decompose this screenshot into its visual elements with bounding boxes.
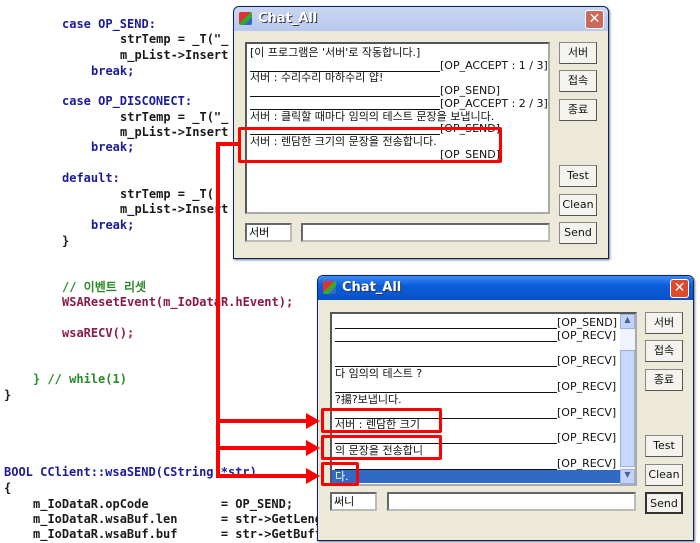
- opcode-tag: [OP_SEND]: [557, 316, 618, 329]
- close-icon[interactable]: ✕: [670, 279, 689, 298]
- opcode-tag: [OP_RECV]: [557, 354, 617, 368]
- test-button[interactable]: Test: [645, 435, 683, 457]
- list-item[interactable]: [OP_ACCEPT : 1 / 3]: [250, 59, 548, 72]
- arrow-icon: [306, 468, 320, 484]
- code-line: strTemp = _T("_: [120, 110, 229, 124]
- opcode-tag: [OP_RECV]: [557, 456, 617, 470]
- highlight-box-recv-part-1: [321, 408, 442, 433]
- window-title: Chat_All: [258, 11, 318, 26]
- name-field[interactable]: 써니: [330, 492, 377, 511]
- code-line: case OP_DISCONECT:: [62, 94, 193, 108]
- code-line: // 이벤트 리셋: [62, 280, 147, 294]
- list-item[interactable]: 서버 : 클릭할 때마다 임의의 테스트 문장을 보냅니다.: [250, 110, 494, 123]
- clean-button[interactable]: Clean: [559, 194, 597, 216]
- list-item[interactable]: [OP_RECV]: [335, 329, 616, 342]
- message-input[interactable]: [387, 492, 636, 511]
- list-item[interactable]: [OP_ACCEPT : 2 / 3]: [250, 97, 548, 110]
- connector-line: [216, 474, 308, 478]
- message-text: 서버 : 클릭할 때마다 임의의 테스트 문장을 보냅니다.: [250, 109, 495, 123]
- separator-line: [335, 459, 557, 470]
- list-item[interactable]: [OP_RECV]: [335, 380, 616, 393]
- message-text: 서버 : 수리수리 마하수리 얍!: [250, 71, 384, 85]
- opcode-tag: [OP_SEND]: [440, 84, 501, 98]
- code-line: strTemp = _T(: [120, 187, 214, 201]
- scroll-thumb[interactable]: [620, 350, 635, 467]
- separator-line: [250, 99, 440, 110]
- code-line: break;: [91, 140, 135, 154]
- title-bar[interactable]: Chat_All ✕: [234, 7, 608, 31]
- list-item[interactable]: ?揚?보냅니다.: [335, 393, 402, 406]
- clean-button[interactable]: Clean: [645, 464, 683, 486]
- window-title: Chat_All: [342, 280, 402, 295]
- code-line: m_pList->Insert: [120, 125, 229, 139]
- highlight-box-recv-part-3: [321, 462, 359, 486]
- list-item[interactable]: [OP_RECV]: [335, 354, 617, 368]
- opcode-tag: [OP_ACCEPT : 2 / 3]: [440, 96, 548, 110]
- connector-line: [216, 419, 308, 423]
- list-item[interactable]: [OP_SEND]: [335, 316, 617, 329]
- exit-button[interactable]: 종료: [559, 99, 597, 121]
- scroll-down-icon[interactable]: ▼: [620, 469, 635, 484]
- vertical-scrollbar[interactable]: ▲ ▼: [620, 314, 635, 484]
- code-line: m_IoDataR.wsaBuf.buf = str->GetBuffer();: [33, 527, 359, 541]
- list-item[interactable]: 다 임의의 테스트 ?: [335, 367, 422, 380]
- arrow-icon: [306, 413, 320, 429]
- connector-line: [216, 142, 220, 478]
- test-button[interactable]: Test: [559, 165, 597, 187]
- message-input[interactable]: [301, 223, 550, 242]
- list-item[interactable]: 서버 : 수리수리 마하수리 얍!: [250, 71, 383, 84]
- name-field[interactable]: 서버: [245, 223, 292, 242]
- code-line: m_pList->Insert: [120, 202, 229, 216]
- code-line: m_pList->Insert: [120, 48, 229, 62]
- code-line: }: [4, 388, 12, 402]
- code-line: } // while(1): [33, 372, 127, 386]
- code-line: }: [62, 234, 70, 248]
- highlight-box-sent-message: [238, 127, 502, 163]
- separator-line: [335, 382, 557, 393]
- list-item[interactable]: 다.: [332, 469, 620, 483]
- opcode-tag: [OP_ACCEPT : 1 / 3]: [440, 58, 548, 72]
- code-line: wsaRECV();: [62, 326, 135, 340]
- list-item[interactable]: [이 프로그램은 '서버'로 작동합니다.]: [250, 46, 420, 59]
- code-line: m_IoDataR.wsaBuf.len = str->GetLeng: [33, 512, 322, 526]
- server-button[interactable]: 서버: [559, 42, 597, 64]
- code-line: case OP_SEND:: [62, 17, 156, 31]
- message-text: ?揚?보냅니다.: [335, 392, 402, 406]
- message-text: [이 프로그램은 '서버'로 작동합니다.]: [250, 46, 421, 59]
- separator-line: [335, 356, 557, 368]
- title-bar[interactable]: Chat_All ✕: [318, 276, 693, 300]
- highlight-box-recv-part-2: [321, 435, 442, 460]
- opcode-tag: [OP_RECV]: [557, 328, 617, 342]
- app-icon: [239, 12, 252, 25]
- send-button[interactable]: Send: [559, 222, 597, 244]
- separator-line: [250, 86, 440, 98]
- code-line: WSAResetEvent(m_IoDataR.hEvent);: [62, 295, 294, 309]
- opcode-tag: [OP_RECV]: [557, 431, 617, 445]
- connector-line: [216, 446, 308, 450]
- app-icon: [323, 281, 336, 294]
- opcode-tag: [OP_RECV]: [557, 380, 617, 393]
- code-line: {: [4, 481, 12, 495]
- arrow-icon: [306, 440, 320, 456]
- connect-button[interactable]: 접속: [645, 340, 683, 362]
- code-line: m_IoDataR.opCode = OP_SEND;: [33, 497, 294, 511]
- list-item[interactable]: [OP_SEND]: [250, 84, 501, 98]
- separator-line: [335, 331, 557, 342]
- close-icon[interactable]: ✕: [585, 10, 604, 29]
- connect-button[interactable]: 접속: [559, 70, 597, 92]
- code-line: strTemp = _T("_: [120, 32, 229, 46]
- code-line: default:: [62, 171, 120, 185]
- code-line: break;: [91, 218, 135, 232]
- code-line: break;: [91, 64, 135, 78]
- message-text: 다 임의의 테스트 ?: [335, 367, 423, 381]
- server-button[interactable]: 서버: [645, 312, 683, 334]
- scroll-up-icon[interactable]: ▲: [620, 314, 635, 329]
- opcode-tag: [OP_RECV]: [557, 405, 617, 419]
- separator-line: [335, 318, 557, 329]
- exit-button[interactable]: 종료: [645, 369, 683, 391]
- send-button[interactable]: Send: [645, 492, 683, 514]
